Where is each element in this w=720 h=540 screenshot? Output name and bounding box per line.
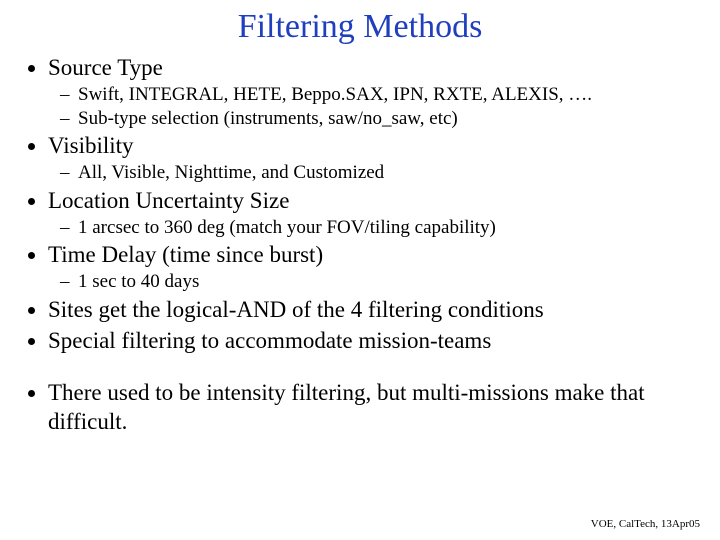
bullet-text: Visibility [48, 133, 134, 158]
sub-bullet: All, Visible, Nighttime, and Customized [78, 161, 698, 185]
bullet-visibility: Visibility All, Visible, Nighttime, and … [48, 132, 698, 185]
sub-list: 1 sec to 40 days [48, 270, 698, 294]
bullet-list: Source Type Swift, INTEGRAL, HETE, Beppo… [22, 54, 698, 355]
bullet-location-uncertainty: Location Uncertainty Size 1 arcsec to 36… [48, 187, 698, 240]
sub-list: Swift, INTEGRAL, HETE, Beppo.SAX, IPN, R… [48, 83, 698, 131]
sub-bullet: Swift, INTEGRAL, HETE, Beppo.SAX, IPN, R… [78, 83, 698, 107]
bullet-text: Location Uncertainty Size [48, 188, 289, 213]
bullet-list-2: There used to be intensity filtering, bu… [22, 379, 698, 437]
bullet-logical-and: Sites get the logical-AND of the 4 filte… [48, 296, 698, 325]
sub-bullet: 1 sec to 40 days [78, 270, 698, 294]
bullet-special-filtering: Special filtering to accommodate mission… [48, 327, 698, 356]
bullet-source-type: Source Type Swift, INTEGRAL, HETE, Beppo… [48, 54, 698, 130]
bullet-text: Time Delay (time since burst) [48, 242, 323, 267]
bullet-time-delay: Time Delay (time since burst) 1 sec to 4… [48, 241, 698, 294]
sub-bullet: 1 arcsec to 360 deg (match your FOV/tili… [78, 216, 698, 240]
slide: Filtering Methods Source Type Swift, INT… [0, 0, 720, 540]
bullet-text: Source Type [48, 55, 163, 80]
slide-footer: VOE, CalTech, 13Apr05 [591, 518, 700, 530]
slide-title: Filtering Methods [22, 8, 698, 46]
spacer [22, 355, 698, 377]
sub-list: All, Visible, Nighttime, and Customized [48, 161, 698, 185]
bullet-intensity-note: There used to be intensity filtering, bu… [48, 379, 698, 437]
sub-bullet: Sub-type selection (instruments, saw/no_… [78, 107, 698, 131]
sub-list: 1 arcsec to 360 deg (match your FOV/tili… [48, 216, 698, 240]
